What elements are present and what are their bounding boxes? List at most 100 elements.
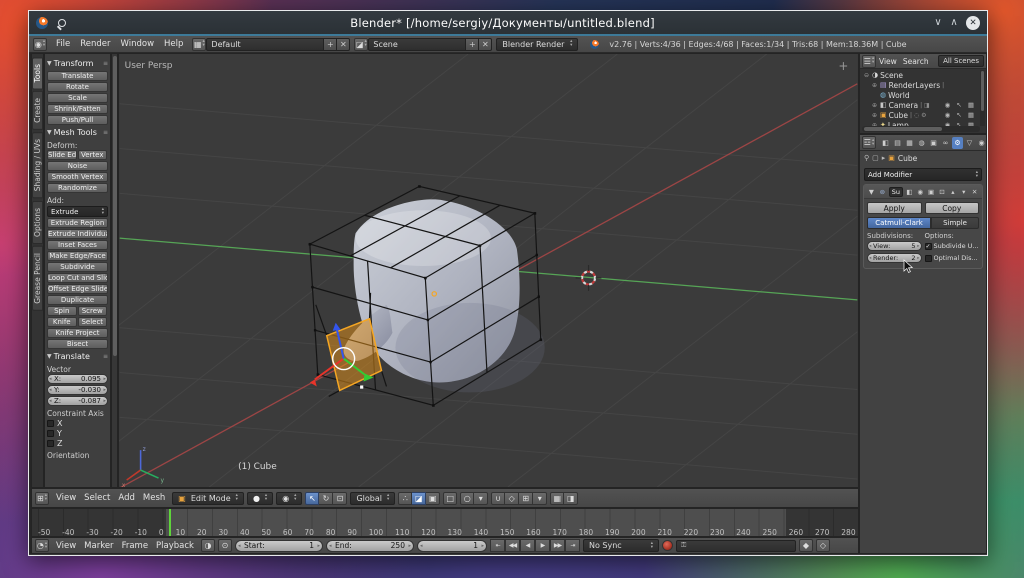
shelf-tab[interactable]: Create	[32, 91, 43, 130]
tool-button[interactable]: Duplicate	[47, 295, 108, 305]
breadcrumb-object-name[interactable]: Cube	[898, 154, 917, 163]
outliner-row[interactable]: ⊖ ◑ Scene	[862, 70, 984, 80]
viewport-shading-select[interactable]: ● ▴▾	[247, 492, 273, 505]
axis-checkbox-row[interactable]: X	[47, 418, 108, 428]
datablock-name[interactable]: Camera	[889, 101, 918, 110]
menu-item[interactable]: Marker	[80, 541, 117, 551]
playback-button[interactable]: ◀◀	[505, 539, 520, 552]
tool-button[interactable]: Spin	[47, 306, 77, 316]
menu-item[interactable]: View	[52, 541, 80, 551]
outliner-row[interactable]: ⊕ ▣ Cube | ◌ ⚙ ◉ ↖ ▦	[862, 110, 984, 120]
menu-item[interactable]: Select	[80, 493, 114, 503]
properties-tab-icon[interactable]: ◧	[880, 137, 891, 149]
tool-button[interactable]: Screw	[78, 306, 108, 316]
menu-item[interactable]: Add	[114, 493, 138, 503]
outliner-editor-type-icon[interactable]: ☰▴▾	[862, 55, 876, 68]
rotate-manipulator-button[interactable]: ↻	[319, 492, 333, 505]
tool-button[interactable]: Vertex	[78, 150, 108, 160]
tool-button[interactable]: Knife	[47, 317, 77, 327]
menu-item[interactable]: Mesh	[139, 493, 169, 503]
end-frame-field[interactable]: End: 250	[326, 540, 414, 552]
properties-tab-icon[interactable]: ⚙	[952, 137, 963, 149]
properties-tab-icon[interactable]: ▤	[892, 137, 903, 149]
menu-item[interactable]: Window	[116, 39, 160, 49]
scene-value[interactable]: Scene	[368, 38, 466, 51]
outliner-vscrollbar[interactable]	[980, 70, 985, 126]
pivot-point-select[interactable]: ◉ ▴▾	[276, 492, 302, 505]
add-scene-button[interactable]: +	[466, 38, 479, 51]
move-modifier-down-icon[interactable]: ▾	[959, 188, 968, 196]
collapse-triangle-icon[interactable]: ▼	[867, 188, 876, 196]
snap-peel-icon[interactable]: ▾	[533, 492, 547, 505]
snap-element-icon[interactable]: ◇	[505, 492, 519, 505]
lock-frame-icon[interactable]: ⊙	[218, 539, 232, 552]
tool-button[interactable]: Loop Cut and Slide	[47, 273, 108, 283]
expand-icon[interactable]: ⊕	[872, 112, 878, 119]
tool-button[interactable]: Inset Faces	[47, 240, 108, 250]
use-preview-range-icon[interactable]: ◑	[201, 539, 215, 552]
tool-button[interactable]: Offset Edge Slide	[47, 284, 108, 294]
delete-keyframe-icon[interactable]: ◇	[816, 539, 830, 552]
move-modifier-up-icon[interactable]: ▴	[948, 188, 957, 196]
panel-drag-icon[interactable]: ≡	[103, 60, 108, 67]
delete-modifier-icon[interactable]: ✕	[970, 188, 979, 196]
restriction-toggles[interactable]: ◉ ↖ ▦	[945, 111, 984, 119]
tool-button[interactable]: Extrude Individual	[47, 229, 108, 239]
datablock-name[interactable]: Cube	[889, 111, 908, 120]
playback-button[interactable]: ◀	[520, 539, 535, 552]
tool-button[interactable]: Rotate	[47, 82, 108, 92]
expand-icon[interactable]: ⊖	[864, 72, 870, 79]
playback-button[interactable]: ⇥	[565, 539, 580, 552]
mesh-tools-panel-header[interactable]: ▼ Mesh Tools ≡	[47, 127, 108, 138]
shelf-tab[interactable]: Tools	[32, 57, 43, 89]
checkbox-icon[interactable]	[47, 440, 54, 447]
modifier-name-field[interactable]: Su	[889, 187, 903, 197]
screen-layout-icon[interactable]: ▦▴▾	[192, 38, 206, 51]
checkbox-icon[interactable]: ✓	[925, 243, 932, 250]
tool-button[interactable]: Subdivide	[47, 262, 108, 272]
tool-shelf-scrollbar[interactable]	[111, 53, 118, 488]
face-select-icon[interactable]: ▣	[426, 492, 440, 505]
transform-panel-header[interactable]: ▼ Transform ≡	[47, 58, 108, 69]
extrude-menu[interactable]: Extrude ▴▾	[47, 206, 108, 217]
sync-mode-select[interactable]: No Sync▴▾	[583, 539, 659, 552]
menu-item[interactable]: Playback	[152, 541, 198, 551]
outliner-row[interactable]: ⊕ ▤ RenderLayers |	[862, 80, 984, 90]
tool-button[interactable]: Extrude Region	[47, 218, 108, 228]
axis-checkbox-row[interactable]: Z	[47, 438, 108, 448]
scale-manipulator-button[interactable]: ⊡	[333, 492, 347, 505]
playback-button[interactable]: ▶	[535, 539, 550, 552]
pin-id-icon[interactable]: ⚲	[864, 154, 869, 162]
transform-orientation-select[interactable]: Global ▴▾	[350, 492, 395, 505]
properties-tab-icon[interactable]: ▽	[964, 137, 975, 149]
occlude-geometry-icon[interactable]: □	[443, 492, 457, 505]
properties-tab-icon[interactable]: ∞	[940, 137, 951, 149]
tool-button[interactable]: Translate	[47, 71, 108, 81]
mode-select[interactable]: ▣ Edit Mode ▴▾	[172, 492, 244, 505]
shelf-tab[interactable]: Options	[32, 201, 43, 244]
playback-button[interactable]: ▶▶	[550, 539, 565, 552]
properties-editor-type-icon[interactable]: ☲▴▾	[862, 136, 876, 149]
tool-button[interactable]: Select	[78, 317, 108, 327]
proportional-edit-icon[interactable]: ○	[460, 492, 474, 505]
tool-button[interactable]: Randomize	[47, 183, 108, 193]
menu-item[interactable]: Help	[159, 39, 188, 49]
restriction-toggles[interactable]: ◉ ↖ ▦	[945, 101, 984, 109]
remove-layout-button[interactable]: ✕	[337, 38, 350, 51]
translate-manipulator-button[interactable]: ↖	[305, 492, 319, 505]
maximize-button[interactable]: ∧	[946, 17, 962, 28]
tool-button[interactable]: Scale	[47, 93, 108, 103]
menu-item[interactable]: View	[52, 493, 80, 503]
snap-magnet-icon[interactable]: ∪	[491, 492, 505, 505]
tool-button[interactable]: Make Edge/Face	[47, 251, 108, 261]
menu-item[interactable]: View	[879, 57, 897, 66]
shelf-tab[interactable]: Shading / UVs	[32, 132, 43, 198]
catmull-clark-button[interactable]: Catmull-Clark	[867, 217, 931, 229]
auto-keyframe-record-icon[interactable]	[662, 540, 673, 551]
close-button[interactable]: ✕	[966, 16, 980, 30]
datablock-name[interactable]: RenderLayers	[889, 81, 941, 90]
start-frame-field[interactable]: Start: 1	[235, 540, 323, 552]
render-engine-select[interactable]: Blender Render▴▾	[496, 38, 578, 51]
vertex-select-icon[interactable]: ∴	[398, 492, 412, 505]
simple-button[interactable]: Simple	[931, 217, 979, 229]
